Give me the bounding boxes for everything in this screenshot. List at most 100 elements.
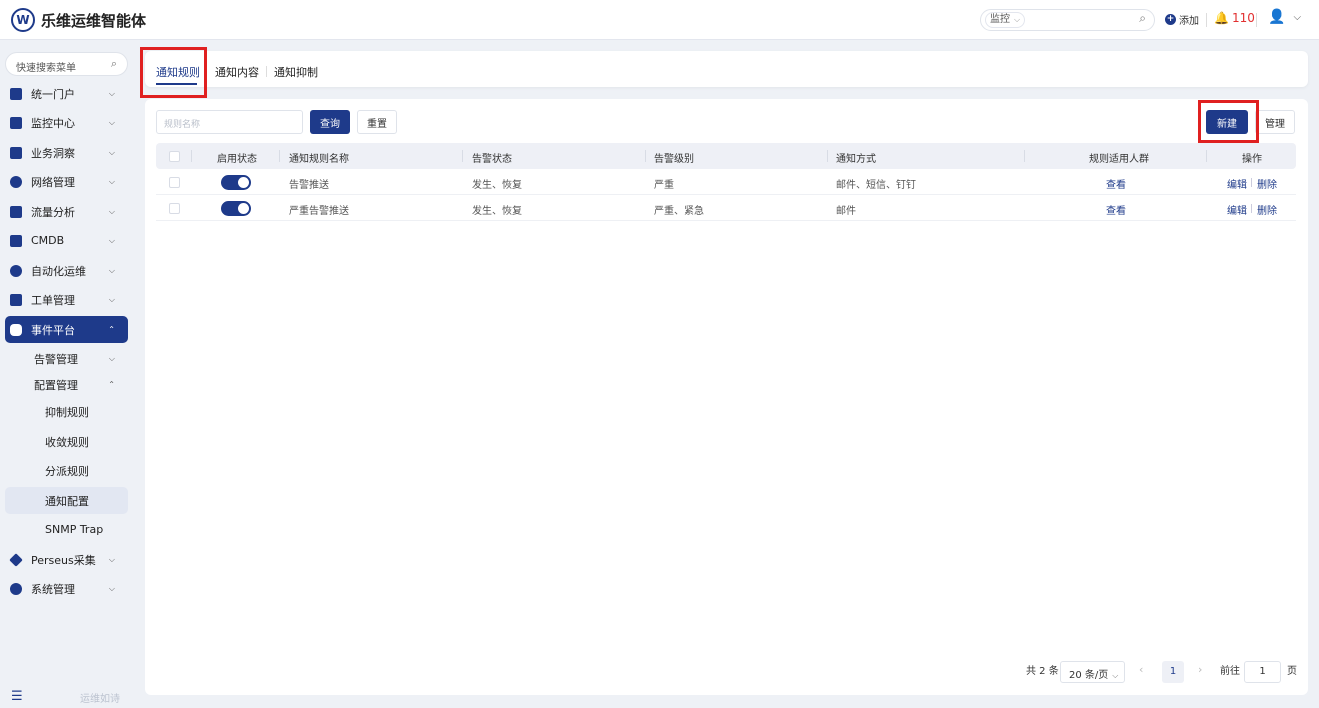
plus-icon: +	[1165, 14, 1176, 25]
delete-link[interactable]: 删除	[1257, 176, 1277, 191]
add-button[interactable]: + 添加	[1165, 12, 1199, 27]
highlight-box-tab	[140, 47, 207, 98]
sidebar-item-label: 流量分析	[31, 205, 75, 219]
column-divider	[279, 150, 280, 162]
tab-notify-content[interactable]: 通知内容	[215, 64, 259, 80]
prev-page-icon[interactable]: ‹	[1139, 663, 1143, 676]
page-number-current[interactable]: 1	[1162, 661, 1184, 683]
edit-link[interactable]: 编辑	[1227, 202, 1247, 217]
sidebar-item-suppress-rules[interactable]: 抑制规则	[5, 398, 128, 425]
total-count: 共 2 条	[1026, 666, 1059, 677]
sidebar-item-insight[interactable]: 业务洞察 ⌵	[5, 139, 128, 166]
add-label: 添加	[1179, 16, 1199, 27]
sidebar-item-label: 统一门户	[31, 87, 75, 101]
chevron-down-icon: ⌵	[108, 353, 115, 363]
query-button[interactable]: 查询	[310, 110, 350, 134]
action-divider	[1251, 204, 1252, 213]
enable-toggle[interactable]	[221, 201, 251, 216]
page-size-select[interactable]: 20 条/页 ⌵	[1060, 661, 1125, 683]
table-row: 告警推送 发生、恢复 严重 邮件、短信、钉钉 查看 编辑 删除	[156, 169, 1296, 195]
sidebar-item-system[interactable]: 系统管理 ⌵	[5, 575, 128, 602]
sidebar-item-network[interactable]: 网络管理 ⌵	[5, 168, 128, 195]
chevron-down-icon: ⌵	[108, 117, 115, 127]
chevron-down-icon: ⌵	[108, 235, 115, 245]
sidebar-item-automation[interactable]: 自动化运维 ⌵	[5, 257, 128, 284]
column-divider	[1024, 150, 1025, 162]
col-alert-level: 告警级别	[654, 154, 694, 165]
goto-page-input[interactable]: 1	[1244, 661, 1281, 683]
sidebar-item-config-mgmt[interactable]: 配置管理 ⌃	[5, 371, 128, 398]
row-checkbox[interactable]	[169, 203, 180, 214]
tab-notify-suppress[interactable]: 通知抑制	[274, 64, 318, 80]
home-icon	[10, 87, 22, 100]
search-scope-label: 监控	[990, 14, 1010, 25]
action-divider	[1251, 178, 1252, 187]
sidebar-item-label: 收敛规则	[45, 435, 89, 449]
automation-icon	[10, 264, 22, 277]
alert-bell-button[interactable]: 🔔 110	[1214, 11, 1255, 25]
search-icon[interactable]: ⌕	[111, 57, 117, 71]
view-audience-link[interactable]: 查看	[1106, 176, 1126, 191]
col-enabled: 启用状态	[217, 154, 257, 165]
sidebar-item-dispatch-rules[interactable]: 分派规则	[5, 457, 128, 484]
enable-toggle[interactable]	[221, 175, 251, 190]
rules-panel: 规则名称 查询 重置 新建 管理 启用状态 通知规则名称 告警状态 告警级别 通…	[145, 99, 1308, 695]
app-logo[interactable]: W	[11, 8, 35, 32]
alert-status: 发生、恢复	[472, 206, 522, 217]
row-checkbox[interactable]	[169, 177, 180, 188]
chevron-down-icon: ⌵	[108, 554, 115, 564]
toggle-knob	[238, 177, 249, 188]
sidebar-item-ticket[interactable]: 工单管理 ⌵	[5, 286, 128, 313]
divider	[1256, 13, 1257, 27]
globe-icon	[10, 175, 22, 188]
sidebar-item-traffic[interactable]: 流量分析 ⌵	[5, 198, 128, 225]
sidebar-item-label: 工单管理	[31, 293, 75, 307]
chevron-down-icon: ⌵	[1014, 15, 1021, 24]
event-icon	[10, 323, 22, 336]
rule-name-input[interactable]: 规则名称	[156, 110, 303, 134]
reset-button[interactable]: 重置	[357, 110, 397, 134]
toggle-knob	[238, 203, 249, 214]
alert-level: 严重	[654, 180, 674, 191]
search-icon[interactable]: ⌕	[1139, 11, 1146, 26]
sidebar-item-cmdb[interactable]: CMDB ⌵	[5, 227, 128, 254]
user-menu[interactable]: 👤 ⌵	[1268, 9, 1301, 25]
global-search[interactable]: 监控 ⌵ ⌕	[980, 9, 1155, 31]
sidebar-item-monitor[interactable]: 监控中心 ⌵	[5, 109, 128, 136]
sidebar-item-snmp-trap[interactable]: SNMP Trap	[5, 516, 128, 543]
user-icon: 👤	[1268, 9, 1286, 25]
edit-link[interactable]: 编辑	[1227, 176, 1247, 191]
sidebar-item-portal[interactable]: 统一门户 ⌵	[5, 80, 128, 107]
column-divider	[827, 150, 828, 162]
sidebar-item-label: 事件平台	[31, 323, 75, 337]
sidebar-item-label: SNMP Trap	[45, 523, 104, 536]
sidebar-item-label: 抑制规则	[45, 405, 89, 419]
delete-link[interactable]: 删除	[1257, 202, 1277, 217]
sidebar-item-notify-config[interactable]: 通知配置	[5, 487, 128, 514]
view-audience-link[interactable]: 查看	[1106, 202, 1126, 217]
column-divider	[462, 150, 463, 162]
col-rule-name: 通知规则名称	[289, 154, 349, 165]
tab-divider	[266, 66, 267, 77]
sidebar-item-label: CMDB	[31, 234, 65, 247]
sidebar-item-perseus[interactable]: Perseus采集 ⌵	[5, 546, 128, 573]
chevron-down-icon: ⌵	[108, 265, 115, 275]
sidebar-item-converge-rules[interactable]: 收敛规则	[5, 428, 128, 455]
select-all-checkbox[interactable]	[169, 151, 180, 162]
goto-prefix: 前往	[1220, 666, 1240, 677]
sidebar-item-label: 监控中心	[31, 116, 75, 130]
next-page-icon[interactable]: ›	[1198, 663, 1202, 676]
sidebar-slogan: 运维如诗	[80, 694, 120, 705]
sidebar-item-event-platform[interactable]: 事件平台 ⌃	[5, 316, 128, 343]
highlight-box-new	[1198, 100, 1259, 143]
monitor-icon	[10, 116, 22, 129]
collapse-menu-icon[interactable]: ☰	[11, 689, 23, 704]
menu-search-input[interactable]: 快速搜索菜单 ⌕	[5, 52, 128, 76]
alert-status: 发生、恢复	[472, 180, 522, 191]
sidebar-item-label: 网络管理	[31, 175, 75, 189]
sidebar-item-label: 配置管理	[34, 378, 78, 392]
manage-button[interactable]: 管理	[1255, 110, 1295, 134]
sidebar-item-label: 告警管理	[34, 352, 78, 366]
search-scope-select[interactable]: 监控 ⌵	[985, 12, 1026, 28]
sidebar-item-alarm-mgmt[interactable]: 告警管理 ⌵	[5, 345, 128, 372]
